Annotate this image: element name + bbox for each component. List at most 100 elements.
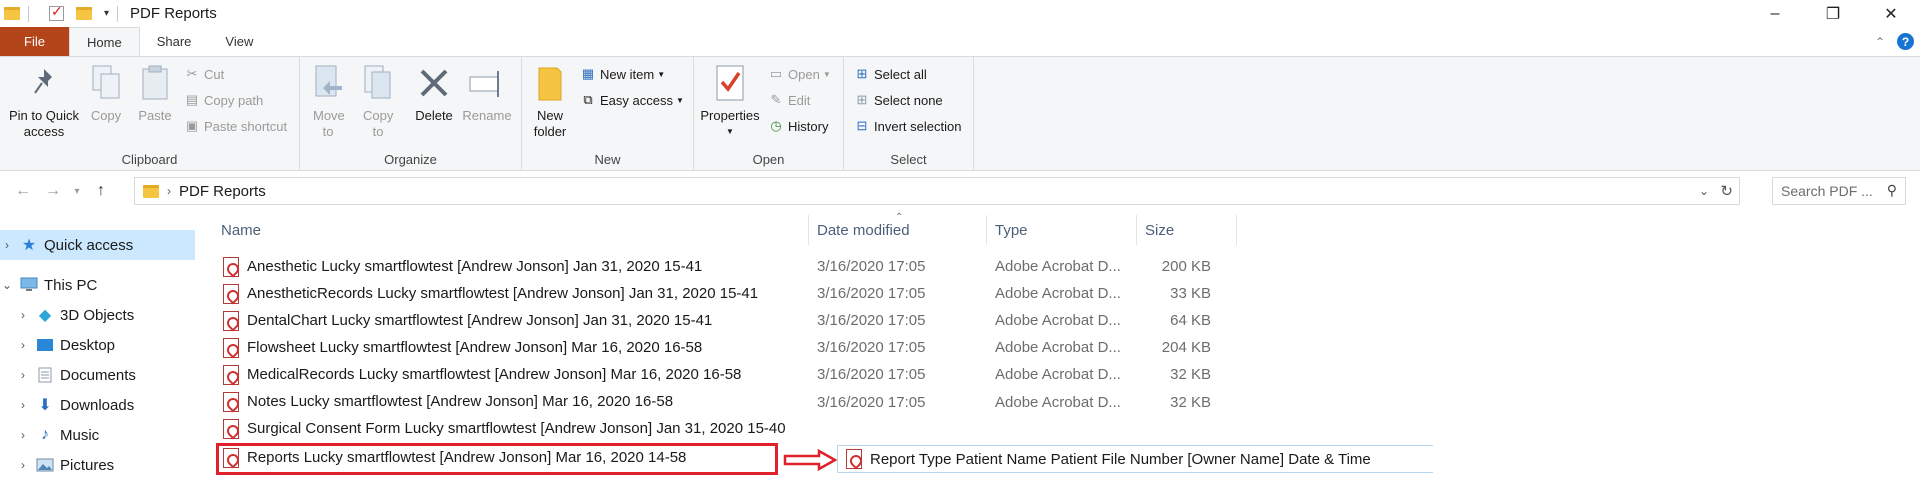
new-folder-icon[interactable] (76, 7, 92, 20)
back-arrow-icon[interactable]: ← (8, 182, 38, 200)
minimize-button[interactable]: – (1746, 0, 1804, 27)
divider (28, 5, 29, 22)
copy-path-button[interactable]: ▤ Copy path (184, 89, 263, 111)
quick-access-toolbar: ▾ PDF Reports (0, 0, 217, 27)
search-icon: ⚲ (1886, 182, 1897, 198)
file-row[interactable]: MedicalRecords Lucky smartflowtest [Andr… (213, 361, 1233, 388)
file-row[interactable]: Notes Lucky smartflowtest [Andrew Jonson… (213, 388, 1233, 415)
history-button[interactable]: ◷ History (768, 115, 828, 137)
star-icon: ★ (21, 237, 37, 254)
easy-access-icon: ⧉ (583, 92, 593, 107)
chevron-down-icon[interactable]: ⌄ (1699, 184, 1709, 198)
paste-button[interactable]: Paste (133, 61, 177, 124)
arrow-right-icon (783, 449, 838, 471)
file-row[interactable]: DentalChart Lucky smartflowtest [Andrew … (213, 307, 1233, 334)
tab-home[interactable]: Home (69, 27, 140, 56)
recent-locations-icon[interactable]: ▾ (68, 186, 86, 197)
nav-item-quick-access[interactable]: › ★ Quick access (0, 230, 195, 260)
cut-button[interactable]: ✂ Cut (184, 63, 225, 85)
file-size: 32 KB (1170, 394, 1211, 410)
rename-button[interactable]: Rename (460, 61, 514, 124)
chevron-down-icon: ▼ (822, 69, 831, 79)
nav-item-pictures[interactable]: › Pictures (0, 450, 195, 480)
properties-button[interactable]: Properties ▼ (698, 61, 762, 140)
tab-file[interactable]: File (0, 27, 69, 56)
file-size: 200 KB (1161, 258, 1211, 275)
pdf-file-icon (223, 337, 239, 358)
collapse-ribbon-icon[interactable]: ⌃ (1875, 35, 1885, 49)
column-header-type[interactable]: Type (987, 215, 1137, 245)
file-row[interactable]: Surgical Consent Form Lucky smartflowtes… (213, 415, 1233, 442)
nav-item-this-pc[interactable]: ⌄ This PC (0, 270, 195, 300)
chevron-right-icon[interactable]: › (16, 458, 30, 472)
file-date: 3/16/2020 17:05 (817, 339, 926, 356)
clipboard-icon (135, 61, 175, 105)
tab-view[interactable]: View (208, 27, 270, 56)
properties-icon[interactable] (49, 3, 64, 21)
select-none-button[interactable]: ⊞ Select none (854, 89, 943, 111)
file-date: 3/16/2020 17:05 (817, 258, 926, 275)
nav-item-documents[interactable]: › Documents (0, 360, 195, 390)
column-header-name[interactable]: Name (213, 215, 809, 245)
paste-shortcut-button[interactable]: ▣ Paste shortcut (184, 115, 287, 137)
move-to-button[interactable]: Move to (308, 61, 348, 140)
open-icon: ▭ (769, 66, 783, 81)
open-button[interactable]: ▭ Open ▼ (768, 63, 831, 85)
forward-arrow-icon[interactable]: → (38, 182, 68, 200)
move-to-icon (308, 61, 348, 105)
copy-icon (86, 61, 126, 105)
refresh-icon[interactable]: ↻ (1720, 182, 1733, 200)
nav-item-music[interactable]: › ♪ Music (0, 420, 195, 450)
breadcrumb[interactable]: PDF Reports (179, 183, 266, 200)
chevron-right-icon[interactable]: › (16, 338, 30, 352)
close-button[interactable]: ✕ (1862, 0, 1920, 27)
tab-share[interactable]: Share (140, 27, 209, 56)
invert-selection-button[interactable]: ⊟ Invert selection (854, 115, 962, 137)
chevron-right-icon[interactable]: › (16, 398, 30, 412)
select-group: ⊞ Select all ⊞ Select none ⊟ Invert selecti… (844, 57, 974, 170)
file-row[interactable]: Anesthetic Lucky smartflowtest [Andrew J… (213, 253, 1233, 280)
select-all-icon: ⊞ (856, 66, 868, 81)
chevron-right-icon[interactable]: › (16, 368, 30, 382)
folder-icon (530, 61, 570, 105)
new-folder-button[interactable]: New folder (528, 61, 572, 140)
copy-to-button[interactable]: Copy to (358, 61, 398, 140)
chevron-down-icon: ▼ (657, 69, 666, 79)
file-row[interactable]: Flowsheet Lucky smartflowtest [Andrew Jo… (213, 334, 1233, 361)
highlight-box (216, 443, 778, 475)
nav-item-3d-objects[interactable]: › ◆ 3D Objects (0, 300, 195, 330)
easy-access-button[interactable]: ⧉ Easy access ▼ (580, 89, 684, 111)
chevron-right-icon[interactable]: › (0, 238, 14, 252)
new-item-button[interactable]: ▦ New item ▼ (580, 63, 665, 85)
help-icon[interactable]: ? (1897, 33, 1914, 50)
copy-path-icon: ▤ (185, 92, 199, 107)
title-bar: ▾ PDF Reports – ❐ ✕ (0, 0, 1920, 27)
new-item-icon: ▦ (581, 66, 595, 81)
paste-shortcut-icon: ▣ (185, 118, 199, 133)
delete-button[interactable]: Delete (412, 61, 456, 124)
maximize-button[interactable]: ❐ (1804, 0, 1862, 27)
search-input[interactable]: Search PDF ... ⚲ (1772, 177, 1906, 205)
pin-to-quick-access-button[interactable]: Pin to Quick access (6, 61, 82, 140)
file-row[interactable]: AnestheticRecords Lucky smartflowtest [A… (213, 280, 1233, 307)
group-label: Open (752, 152, 785, 167)
file-date: 3/16/2020 17:05 (817, 312, 926, 329)
column-header-size[interactable]: Size (1137, 215, 1237, 245)
chevron-right-icon: › (167, 184, 171, 198)
nav-item-desktop[interactable]: › Desktop (0, 330, 195, 360)
window-title: PDF Reports (130, 5, 217, 22)
address-bar[interactable]: › PDF Reports ⌄ ↻ (134, 177, 1740, 205)
chevron-right-icon[interactable]: › (16, 428, 30, 442)
up-arrow-icon[interactable]: ↑ (86, 182, 116, 200)
column-header-date-modified[interactable]: ⌃ Date modified (809, 212, 987, 245)
copy-button[interactable]: Copy (84, 61, 128, 124)
nav-item-downloads[interactable]: › ⬇ Downloads (0, 390, 195, 420)
chevron-down-icon[interactable]: ▾ (104, 8, 109, 19)
pdf-file-icon (223, 283, 239, 304)
pdf-file-icon (223, 418, 239, 439)
select-all-button[interactable]: ⊞ Select all (854, 63, 927, 85)
chevron-down-icon[interactable]: ⌄ (0, 278, 14, 292)
chevron-right-icon[interactable]: › (16, 308, 30, 322)
file-size: 32 KB (1170, 366, 1211, 383)
edit-button[interactable]: ✎ Edit (768, 89, 811, 111)
